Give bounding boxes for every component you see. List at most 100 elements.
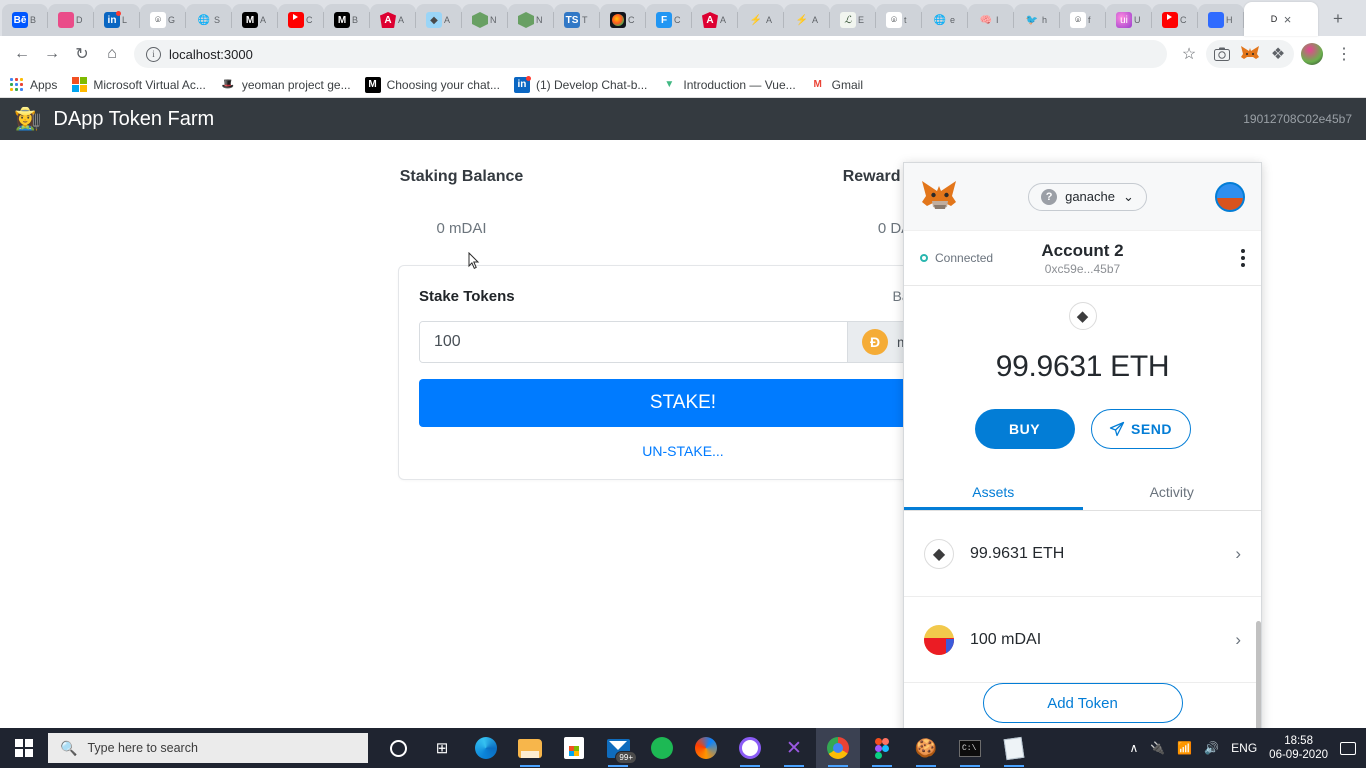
purple-app-button[interactable] [728,728,772,768]
metamask-scrollbar[interactable] [1256,621,1261,728]
stake-amount-row: Ð mDAI [419,321,947,363]
clock[interactable]: 18:58 06-09-2020 [1269,734,1328,763]
bookmark-item[interactable]: in (1) Develop Chat-b... [513,75,647,93]
extensions-puzzle-icon[interactable]: ❖ [1264,40,1292,68]
browser-tab[interactable]: in L [94,4,140,36]
browser-tab[interactable]: H [1198,4,1244,36]
file-explorer-button[interactable] [508,728,552,768]
browser-tab[interactable]: TS T [554,4,600,36]
browser-tab[interactable]: AA [370,4,416,36]
dapp-brand[interactable]: 👩‍🌾 DApp Token Farm [14,106,214,132]
bookmark-label: yeoman project ge... [241,77,351,92]
browser-tab[interactable]: MB [324,4,370,36]
asset-row-eth[interactable]: ◆ 99.9631 ETH › [904,511,1261,597]
back-icon[interactable]: ← [8,40,36,68]
chrome-button[interactable] [816,728,860,768]
edge-button[interactable] [464,728,508,768]
stake-amount-input[interactable] [420,322,847,362]
new-tab-button[interactable]: + [1324,5,1352,33]
browser-tab[interactable]: N [508,4,554,36]
account-address[interactable]: 0xc59e...45b7 [904,262,1261,276]
chrome-menu-icon[interactable]: ⋮ [1330,40,1358,68]
language-indicator[interactable]: ENG [1231,741,1257,755]
stake-button[interactable]: STAKE! [419,379,947,427]
profile-avatar[interactable] [1301,43,1323,65]
microsoft-store-button[interactable] [552,728,596,768]
bookmark-apps[interactable]: Apps [8,77,57,93]
bookmark-item[interactable]: ▼ Introduction — Vue... [661,77,795,93]
firefox-button[interactable] [684,728,728,768]
browser-tab[interactable]: D [48,4,94,36]
command-prompt-button[interactable]: C:\ [948,728,992,768]
browser-tab[interactable]: ui U [1106,4,1152,36]
buy-button[interactable]: BUY [974,409,1075,449]
address-bar[interactable]: i localhost:3000 [134,40,1167,68]
browser-tab[interactable]: ⌾ G [140,4,186,36]
browser-tab[interactable]: Bē B [2,4,48,36]
browser-tab[interactable]: FC [646,4,692,36]
truffle-button[interactable]: 🍪 [904,728,948,768]
bookmark-item[interactable]: 🎩 yeoman project ge... [220,77,351,93]
browser-tab[interactable]: ⌾ t [876,4,922,36]
f-icon: F [656,12,672,28]
active-browser-tab[interactable]: D × [1244,2,1318,36]
bookmark-item[interactable]: Microsoft Virtual Ac... [71,77,206,93]
notepad-button[interactable] [992,728,1036,768]
browser-tab[interactable]: MA [232,4,278,36]
tab-activity[interactable]: Activity [1083,473,1262,510]
forward-icon[interactable]: → [38,40,66,68]
vscode-button[interactable]: ✕ [772,728,816,768]
tab-title: A [398,15,405,25]
metamask-extension-icon[interactable] [1236,40,1264,68]
browser-tab[interactable]: ⚡ A [738,4,784,36]
send-button[interactable]: SEND [1090,409,1191,449]
browser-tab[interactable]: ⚡ A [784,4,830,36]
browser-tab[interactable]: C [600,4,646,36]
site-info-icon[interactable]: i [146,46,161,62]
browser-tab[interactable]: ⌾ f [1060,4,1106,36]
tab-strip: Bē B D in L ⌾ G 🌐 S MA C MB AA ◆ A N N TS T C … [0,0,1366,36]
tab-assets[interactable]: Assets [904,473,1083,510]
close-tab-icon[interactable]: × [1284,13,1292,26]
browser-tab[interactable]: 🐦 h [1014,4,1060,36]
behance-icon: Bē [12,12,28,28]
network-selector[interactable]: ? ganache ⌄ [1028,182,1147,211]
battery-icon[interactable]: 🔌 [1150,741,1165,755]
wifi-icon[interactable]: 📶 [1177,741,1192,755]
browser-tab[interactable]: N [462,4,508,36]
tray-expand-icon[interactable]: ∧ [1130,741,1139,755]
bookmark-item[interactable]: M Gmail [810,77,864,93]
browser-tab[interactable]: ◆ A [416,4,462,36]
browser-tab[interactable]: C [278,4,324,36]
minimize-button[interactable]: – [1352,0,1366,32]
start-button[interactable] [0,728,48,768]
un-stake-link[interactable]: UN-STAKE... [419,443,947,459]
notification-icon[interactable] [1340,741,1356,755]
yeoman-icon: 🎩 [221,79,235,90]
task-view-button[interactable]: ⊞ [420,728,464,768]
browser-tab[interactable]: 🧠 I [968,4,1014,36]
volume-icon[interactable]: 🔊 [1204,741,1219,755]
reload-icon[interactable]: ↻ [68,40,96,68]
cortana-button[interactable] [376,728,420,768]
browser-tab[interactable]: C [1152,4,1198,36]
spotify-button[interactable] [640,728,684,768]
figma-button[interactable] [860,728,904,768]
account-name[interactable]: Account 2 [904,241,1261,261]
browser-tab[interactable]: 🌐 e [922,4,968,36]
bookmark-item[interactable]: M Choosing your chat... [364,76,500,93]
asset-row-mdai[interactable]: 100 mDAI › [904,597,1261,683]
screenshot-icon[interactable] [1208,40,1236,68]
taskbar-search[interactable]: 🔍 Type here to search [48,733,368,763]
browser-tab[interactable]: ℒE [830,4,876,36]
browser-tab[interactable]: 🌐 S [186,4,232,36]
kebab-menu-icon[interactable] [1241,249,1245,267]
account-identicon[interactable] [1214,181,1245,212]
dai-coin-icon: Ð [862,329,888,355]
github-icon: ⌾ [886,12,902,28]
home-icon[interactable]: ⌂ [98,40,126,68]
mail-button[interactable]: 99+ [596,728,640,768]
browser-tab[interactable]: AA [692,4,738,36]
bookmark-star-icon[interactable]: ☆ [1175,40,1203,68]
add-token-button[interactable]: Add Token [982,683,1183,723]
